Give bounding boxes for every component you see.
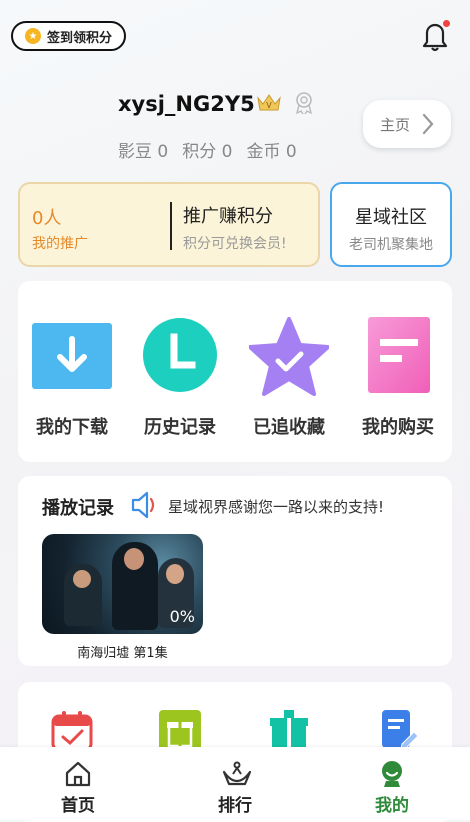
community-subtitle: 老司机聚集地 (349, 237, 433, 253)
ranking-icon (221, 760, 252, 788)
tab-ranking[interactable]: 排行 (157, 747, 313, 820)
feature-favorites[interactable]: 已追收藏 (235, 281, 343, 462)
promotion-card[interactable]: 0人 我的推广 推广赚积分 积分可兑换会员! (18, 182, 320, 267)
feature-label: 我的下载 (36, 417, 108, 438)
checkin-button[interactable]: ★ 签到领积分 (11, 21, 126, 51)
history-icon (140, 317, 220, 397)
tab-mine[interactable]: 我的 (314, 747, 470, 820)
tab-label: 我的 (375, 796, 409, 816)
stat-item: 金币 0 (246, 142, 297, 162)
vip-crown-icon: V (256, 92, 282, 114)
feature-history[interactable]: 历史记录 (126, 281, 234, 462)
feature-label: 历史记录 (144, 417, 216, 438)
watch-progress: 0% (169, 607, 195, 626)
gift-box-icon[interactable] (268, 710, 310, 752)
tab-label: 排行 (218, 796, 252, 816)
feature-purchases[interactable]: 我的购买 (344, 281, 452, 462)
community-card[interactable]: 星域社区 老司机聚集地 (330, 182, 452, 267)
homepage-button[interactable]: 主页 (363, 100, 451, 148)
purchase-icon (358, 317, 438, 397)
feature-panel: 我的下载 历史记录 已追收藏 我的购买 (18, 281, 452, 462)
promotion-title: 推广赚积分 (183, 206, 273, 227)
my-promotion-label: 我的推广 (32, 236, 88, 252)
thumbnail-art (166, 564, 184, 584)
notification-dot (443, 20, 450, 27)
homepage-label: 主页 (379, 115, 410, 134)
tab-label: 首页 (61, 796, 95, 816)
notification-bell-icon[interactable] (418, 18, 452, 54)
user-stats: 影豆 0 积分 0 金币 0 (118, 137, 297, 162)
feature-downloads[interactable]: 我的下载 (18, 281, 126, 462)
feature-label: 我的购买 (362, 417, 434, 438)
community-title: 星域社区 (355, 207, 427, 228)
promotion-count: 0人 (32, 208, 62, 229)
play-history-panel: 播放记录 星域视界感谢您一路以来的支持! 0% 南海归墟 第1集 (18, 476, 452, 666)
feature-label: 已追收藏 (253, 417, 325, 438)
video-thumbnail[interactable]: 0% (42, 534, 203, 634)
episode-title[interactable]: 南海归墟 第1集 (42, 642, 203, 661)
profile-icon (378, 760, 406, 788)
medal-badge-icon (293, 91, 315, 115)
chevron-right-icon (422, 113, 434, 135)
play-history-title: 播放记录 (42, 498, 114, 519)
home-icon (64, 760, 92, 788)
thumbnail-art (124, 548, 144, 570)
username: xysj_NG2Y5 (118, 92, 255, 116)
speaker-icon (130, 490, 158, 520)
svg-text:V: V (266, 101, 272, 110)
stat-item: 积分 0 (182, 142, 233, 162)
download-icon (32, 317, 112, 397)
tab-home[interactable]: 首页 (0, 747, 156, 820)
calendar-check-icon[interactable] (51, 710, 93, 752)
promotion-desc: 积分可兑换会员! (183, 236, 287, 252)
thumbnail-art (73, 570, 91, 588)
stat-item: 影豆 0 (118, 142, 169, 162)
notice-text: 星域视界感谢您一路以来的支持! (168, 498, 385, 516)
coin-star-icon: ★ (25, 28, 41, 44)
star-favorite-icon (248, 317, 330, 397)
document-edit-icon[interactable] (378, 710, 420, 752)
divider (170, 202, 172, 250)
gift-icon[interactable] (159, 710, 201, 752)
bottom-tab-bar: 首页 排行 我的 (0, 747, 470, 820)
checkin-label: 签到领积分 (47, 30, 113, 46)
